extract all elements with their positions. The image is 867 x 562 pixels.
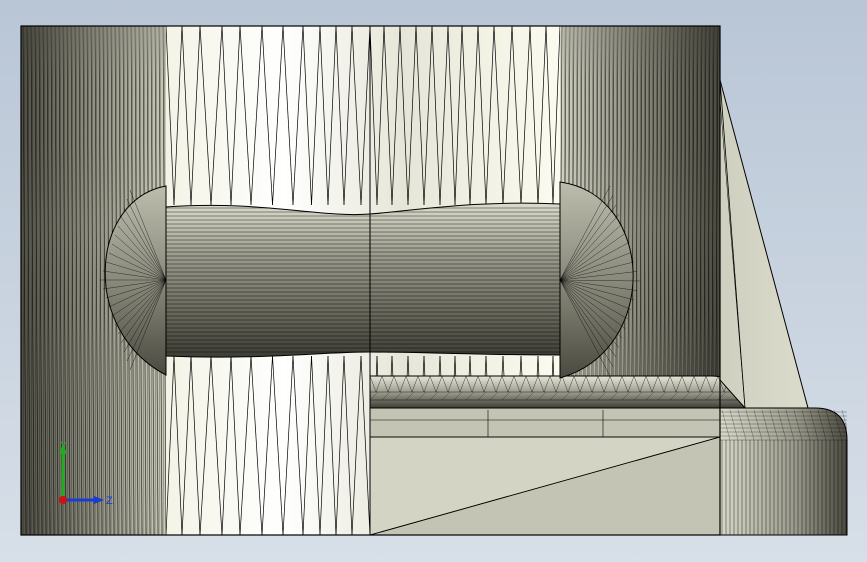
- foot: [719, 407, 848, 536]
- x-axis: [59, 496, 67, 504]
- y-axis-label: Y: [60, 440, 68, 452]
- lower-box: [369, 404, 721, 536]
- z-axis-label: Z: [106, 495, 113, 507]
- ledge: [369, 375, 746, 409]
- cad-model-view[interactable]: [0, 0, 867, 562]
- side-wedge: [719, 79, 809, 409]
- graphics-viewport[interactable]: Y Z: [0, 0, 867, 562]
- coordinate-triad: Y Z: [59, 440, 113, 507]
